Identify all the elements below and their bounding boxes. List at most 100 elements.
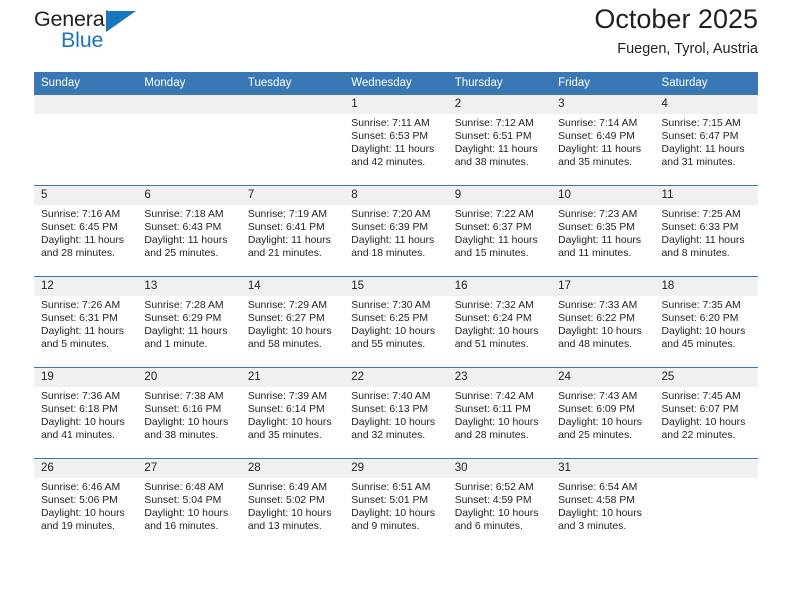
day-details: Sunrise: 7:33 AM Sunset: 6:22 PM Daylight:…	[551, 296, 654, 351]
calendar-day-cell[interactable]: 8 Sunrise: 7:20 AM Sunset: 6:39 PM Daylight…	[344, 185, 448, 277]
day-details: Sunrise: 7:38 AM Sunset: 6:16 PM Daylight:…	[137, 387, 240, 442]
day-details: Sunrise: 7:32 AM Sunset: 6:24 PM Daylight:…	[448, 296, 551, 351]
day-details: Sunrise: 7:14 AM Sunset: 6:49 PM Daylight:…	[551, 114, 654, 169]
sunset-text: Sunset: 6:51 PM	[454, 131, 532, 143]
calendar-day-cell[interactable]: 27 Sunrise: 6:48 AM Sunset: 5:04 PM Dayligh…	[137, 458, 241, 549]
calendar-day-cell[interactable]: 29 Sunrise: 6:51 AM Sunset: 5:01 PM Dayligh…	[344, 458, 448, 549]
day-number: 16	[447, 277, 552, 296]
calendar-day-cell[interactable]: 23 Sunrise: 7:42 AM Sunset: 6:11 PM Dayligh…	[447, 367, 552, 459]
weekday-header-monday: Monday	[137, 72, 241, 95]
day-number: 1	[344, 95, 448, 114]
sunset-text: Sunset: 6:24 PM	[454, 313, 532, 325]
calendar-day-cell[interactable]: 5 Sunrise: 7:16 AM Sunset: 6:45 PM Daylight…	[34, 185, 138, 277]
calendar-day-cell[interactable]: 28 Sunrise: 6:49 AM Sunset: 5:02 PM Dayligh…	[240, 458, 345, 549]
calendar-day-cell[interactable]: 22 Sunrise: 7:40 AM Sunset: 6:13 PM Dayligh…	[344, 367, 448, 459]
calendar-day-cell[interactable]: 30 Sunrise: 6:52 AM Sunset: 4:59 PM Dayligh…	[447, 458, 552, 549]
sunrise-text: Sunrise: 7:35 AM	[661, 300, 741, 311]
day-details: Sunrise: 7:39 AM Sunset: 6:14 PM Daylight:…	[241, 387, 344, 442]
day-number: 15	[344, 277, 448, 296]
day-number: 22	[344, 368, 448, 387]
calendar-day-cell[interactable]: 17 Sunrise: 7:33 AM Sunset: 6:22 PM Dayligh…	[551, 276, 655, 368]
day-details: Sunrise: 7:22 AM Sunset: 6:37 PM Daylight:…	[448, 205, 551, 260]
sunrise-text: Sunrise: 7:36 AM	[41, 391, 121, 402]
sunrise-text: Sunrise: 7:11 AM	[351, 118, 430, 129]
daylight-text: Daylight: 10 hours and 45 minutes.	[661, 326, 746, 351]
calendar-day-cell[interactable]: 1 Sunrise: 7:11 AM Sunset: 6:53 PM Daylight…	[344, 95, 448, 186]
calendar-day-cell[interactable]: 7 Sunrise: 7:19 AM Sunset: 6:41 PM Daylight…	[240, 185, 345, 277]
calendar-day-cell[interactable]: 11 Sunrise: 7:25 AM Sunset: 6:33 PM Dayligh…	[654, 185, 758, 277]
calendar-body: 1 Sunrise: 7:11 AM Sunset: 6:53 PM Daylight…	[34, 95, 758, 549]
daylight-text: Daylight: 10 hours and 25 minutes.	[558, 417, 642, 442]
sunrise-text: Sunrise: 7:22 AM	[454, 209, 534, 220]
sunset-text: Sunset: 4:59 PM	[454, 495, 532, 507]
calendar-day-cell[interactable]: 9 Sunrise: 7:22 AM Sunset: 6:37 PM Daylight…	[447, 185, 552, 277]
calendar-day-cell[interactable]: 16 Sunrise: 7:32 AM Sunset: 6:24 PM Dayligh…	[447, 276, 552, 368]
sunset-text: Sunset: 6:53 PM	[351, 131, 429, 143]
page-header: General Blue October 2025 Fuegen, Tyrol,…	[34, 0, 758, 72]
day-details: Sunrise: 7:35 AM Sunset: 6:20 PM Daylight:…	[655, 296, 758, 351]
calendar-day-cell[interactable]: 6 Sunrise: 7:18 AM Sunset: 6:43 PM Daylight…	[137, 185, 241, 277]
day-details: Sunrise: 7:29 AM Sunset: 6:27 PM Daylight:…	[241, 296, 344, 351]
calendar-cell-empty	[34, 95, 138, 186]
calendar-day-cell[interactable]: 10 Sunrise: 7:23 AM Sunset: 6:35 PM Dayligh…	[551, 185, 655, 277]
day-details: Sunrise: 7:42 AM Sunset: 6:11 PM Daylight:…	[448, 387, 551, 442]
calendar-day-cell[interactable]: 12 Sunrise: 7:26 AM Sunset: 6:31 PM Dayligh…	[34, 276, 138, 368]
day-details: Sunrise: 6:54 AM Sunset: 4:58 PM Daylight:…	[551, 478, 654, 533]
sunrise-text: Sunrise: 6:46 AM	[41, 482, 121, 493]
sunrise-text: Sunrise: 7:19 AM	[247, 209, 327, 220]
sunset-text: Sunset: 6:37 PM	[454, 222, 532, 234]
calendar-day-cell[interactable]: 21 Sunrise: 7:39 AM Sunset: 6:14 PM Dayligh…	[240, 367, 345, 459]
sunset-text: Sunset: 6:33 PM	[661, 222, 739, 234]
calendar-day-cell[interactable]: 3 Sunrise: 7:14 AM Sunset: 6:49 PM Daylight…	[551, 95, 655, 186]
day-details: Sunrise: 6:52 AM Sunset: 4:59 PM Daylight:…	[448, 478, 551, 533]
sunrise-text: Sunrise: 7:39 AM	[247, 391, 327, 402]
calendar-day-cell[interactable]: 20 Sunrise: 7:38 AM Sunset: 6:16 PM Dayligh…	[137, 367, 241, 459]
daylight-text: Daylight: 10 hours and 3 minutes.	[558, 508, 642, 533]
calendar-day-cell[interactable]: 24 Sunrise: 7:43 AM Sunset: 6:09 PM Dayligh…	[551, 367, 655, 459]
day-number	[240, 95, 345, 114]
weekday-header-tuesday: Tuesday	[240, 72, 345, 95]
calendar-day-cell[interactable]: 25 Sunrise: 7:45 AM Sunset: 6:07 PM Dayligh…	[654, 367, 758, 459]
sunset-text: Sunset: 5:06 PM	[41, 495, 118, 507]
calendar-day-cell[interactable]: 14 Sunrise: 7:29 AM Sunset: 6:27 PM Dayligh…	[240, 276, 345, 368]
day-number: 30	[447, 459, 552, 478]
day-details: Sunrise: 6:51 AM Sunset: 5:01 PM Daylight:…	[344, 478, 447, 533]
day-number: 21	[240, 368, 345, 387]
daylight-text: Daylight: 11 hours and 18 minutes.	[351, 235, 435, 260]
daylight-text: Daylight: 11 hours and 31 minutes.	[661, 144, 745, 169]
sunrise-text: Sunrise: 7:45 AM	[661, 391, 741, 402]
daylight-text: Daylight: 10 hours and 38 minutes.	[144, 417, 229, 442]
weekday-header-row: Sunday Monday Tuesday Wednesday Thursday…	[34, 72, 758, 95]
sunrise-text: Sunrise: 7:28 AM	[144, 300, 224, 311]
day-number: 19	[34, 368, 138, 387]
calendar-day-cell[interactable]: 4 Sunrise: 7:15 AM Sunset: 6:47 PM Daylight…	[654, 95, 758, 186]
calendar-day-cell[interactable]: 2 Sunrise: 7:12 AM Sunset: 6:51 PM Daylight…	[447, 95, 552, 186]
sunset-text: Sunset: 6:18 PM	[41, 404, 118, 416]
weekday-header-friday: Friday	[551, 72, 655, 95]
day-details: Sunrise: 7:30 AM Sunset: 6:25 PM Daylight:…	[344, 296, 447, 351]
day-number: 4	[654, 95, 758, 114]
calendar-day-cell[interactable]: 18 Sunrise: 7:35 AM Sunset: 6:20 PM Dayligh…	[654, 276, 758, 368]
daylight-text: Daylight: 10 hours and 32 minutes.	[351, 417, 436, 442]
calendar-day-cell[interactable]: 31 Sunrise: 6:54 AM Sunset: 4:58 PM Dayligh…	[551, 458, 655, 549]
calendar-day-cell[interactable]: 15 Sunrise: 7:30 AM Sunset: 6:25 PM Dayligh…	[344, 276, 448, 368]
day-details: Sunrise: 7:45 AM Sunset: 6:07 PM Daylight:…	[655, 387, 758, 442]
sunset-text: Sunset: 6:29 PM	[144, 313, 222, 325]
day-details: Sunrise: 7:26 AM Sunset: 6:31 PM Daylight:…	[34, 296, 137, 351]
daylight-text: Daylight: 10 hours and 41 minutes.	[41, 417, 125, 442]
calendar-day-cell[interactable]: 19 Sunrise: 7:36 AM Sunset: 6:18 PM Dayligh…	[34, 367, 138, 459]
daylight-text: Daylight: 10 hours and 19 minutes.	[41, 508, 125, 533]
day-details: Sunrise: 6:48 AM Sunset: 5:04 PM Daylight:…	[137, 478, 240, 533]
daylight-text: Daylight: 10 hours and 28 minutes.	[454, 417, 539, 442]
general-blue-logo[interactable]: General Blue	[34, 7, 154, 57]
calendar-page: General Blue October 2025 Fuegen, Tyrol,…	[0, 0, 792, 612]
sunset-text: Sunset: 6:14 PM	[247, 404, 325, 416]
calendar-day-cell[interactable]: 13 Sunrise: 7:28 AM Sunset: 6:29 PM Dayligh…	[137, 276, 241, 368]
sunset-text: Sunset: 6:31 PM	[41, 313, 118, 325]
daylight-text: Daylight: 10 hours and 16 minutes.	[144, 508, 229, 533]
calendar-week-row: 12 Sunrise: 7:26 AM Sunset: 6:31 PM Dayligh…	[34, 276, 758, 368]
weekday-header-saturday: Saturday	[654, 72, 758, 95]
calendar-day-cell[interactable]: 26 Sunrise: 6:46 AM Sunset: 5:06 PM Dayligh…	[34, 458, 138, 549]
sunrise-text: Sunrise: 7:16 AM	[41, 209, 121, 220]
weekday-header-sunday: Sunday	[34, 72, 138, 95]
